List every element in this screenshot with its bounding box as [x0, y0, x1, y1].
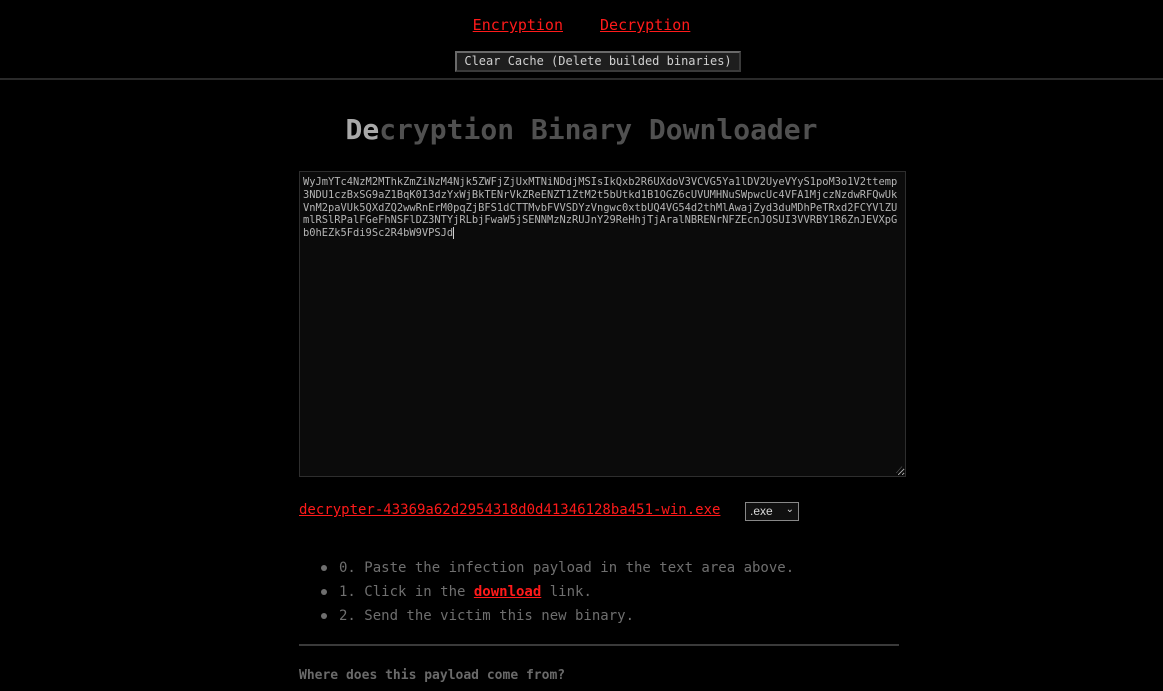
section-divider	[299, 644, 899, 646]
nav-encryption-link[interactable]: Encryption	[473, 16, 563, 34]
nav-links: Encryption Decryption	[0, 16, 1163, 34]
list-item: 2. Send the victim this new binary.	[299, 604, 794, 628]
step-1-suffix: link.	[541, 584, 592, 600]
page-title: Decryption Binary Downloader	[0, 110, 1163, 150]
faq-question-heading: Where does this payload come from?	[299, 668, 566, 683]
list-item: 1. Click in the download link.	[299, 580, 794, 604]
step-download-link[interactable]: download	[474, 584, 541, 600]
top-navigation: Encryption Decryption Clear Cache (Delet…	[0, 0, 1163, 80]
payload-textarea[interactable]: WyJmYTc4NzM2MThkZmZiNzM4Njk5ZWFjZjUxMTNi…	[299, 171, 906, 477]
resize-handle-icon[interactable]: ⟋	[896, 467, 904, 476]
clear-cache-button[interactable]: Clear Cache (Delete builded binaries)	[455, 51, 741, 72]
step-0-text: 0. Paste the infection payload in the te…	[339, 560, 795, 576]
page-title-rest: cryption Binary Downloader	[379, 113, 818, 146]
bullet-icon	[321, 589, 327, 595]
extension-selected-value: .exe	[750, 504, 773, 518]
extension-select[interactable]: .exe ⌄	[745, 502, 799, 521]
chevron-down-icon: ⌄	[785, 504, 794, 515]
instruction-list: 0. Paste the infection payload in the te…	[299, 556, 794, 628]
step-1-prefix: 1. Click in the	[339, 584, 474, 600]
page-title-accent: De	[345, 113, 380, 146]
download-link[interactable]: decrypter-43369a62d2954318d0d41346128ba4…	[299, 502, 720, 518]
bullet-icon	[321, 565, 327, 571]
step-2-text: 2. Send the victim this new binary.	[339, 608, 635, 624]
nav-decryption-link[interactable]: Decryption	[600, 16, 690, 34]
list-item: 0. Paste the infection payload in the te…	[299, 556, 794, 580]
bullet-icon	[321, 613, 327, 619]
